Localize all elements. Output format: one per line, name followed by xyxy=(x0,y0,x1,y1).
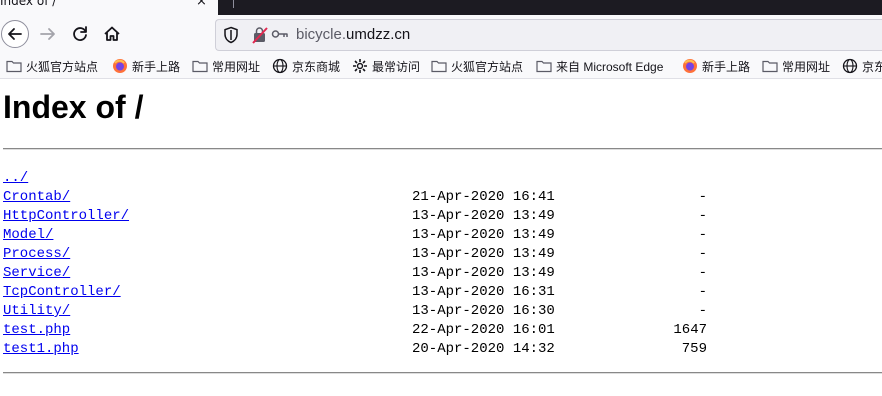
entry-link[interactable]: Service/ xyxy=(3,264,70,283)
tab-title: Index of / xyxy=(0,0,57,8)
entry-link[interactable]: Model/ xyxy=(3,226,53,245)
reload-button[interactable] xyxy=(66,20,94,48)
divider-top xyxy=(3,148,882,150)
bookmark-item[interactable]: 新手上路 xyxy=(682,57,750,75)
entry-size: - xyxy=(698,284,707,300)
entry-link[interactable]: Process/ xyxy=(3,245,70,264)
bookmark-label: 新手上路 xyxy=(132,59,181,74)
bookmarks-toolbar: 火狐官方站点 新手上路 常用网址 京东商城 最常访问 火狐官方站点 来自 Microsoft… xyxy=(0,54,882,79)
bookmark-label: 京东商城 xyxy=(292,59,341,74)
bookmark-item[interactable]: 常用网址 xyxy=(192,57,260,75)
url-subdomain: bicycle. xyxy=(296,26,347,43)
entry-size: 1647 xyxy=(673,322,707,338)
entry-size: - xyxy=(698,303,707,319)
bookmark-item[interactable]: 来自 Microsoft Edge xyxy=(536,57,663,75)
entry-link[interactable]: Utility/ xyxy=(3,302,70,321)
globe-icon xyxy=(272,58,292,74)
bookmark-label: 火狐官方站点 xyxy=(26,59,99,74)
url-text[interactable]: bicycle.umdzz.cn xyxy=(296,26,410,43)
navigation-toolbar: bicycle.umdzz.cn xyxy=(0,15,882,54)
close-tab-icon[interactable]: × xyxy=(196,0,207,9)
bookmark-item[interactable]: 火狐官方站点 xyxy=(6,57,98,75)
entry-date: 13-Apr-2020 13:49 xyxy=(412,208,555,224)
entry-date: 13-Apr-2020 13:49 xyxy=(412,227,555,243)
entry-size: - xyxy=(698,227,707,243)
entry-date: 21-Apr-2020 16:41 xyxy=(412,189,555,205)
bookmark-label: 常用网址 xyxy=(212,59,261,74)
entry-link[interactable]: Crontab/ xyxy=(3,188,70,207)
home-icon xyxy=(104,26,120,41)
entry-size: - xyxy=(698,208,707,224)
tab-active[interactable]: Index of / × xyxy=(0,0,218,15)
reload-icon xyxy=(73,26,87,41)
tab-strip: Index of / × xyxy=(0,0,882,15)
tab-separator xyxy=(233,0,234,8)
bookmark-label: 常用网址 xyxy=(782,59,831,74)
bookmark-item[interactable]: 最常访问 xyxy=(352,57,420,75)
bookmark-label: 最常访问 xyxy=(372,59,421,74)
bookmark-item[interactable]: 火狐官方站点 xyxy=(431,57,523,75)
firefox-icon xyxy=(112,58,132,74)
forward-button[interactable] xyxy=(34,20,62,48)
entry-date: 13-Apr-2020 13:49 xyxy=(412,246,555,262)
entry-size: - xyxy=(698,265,707,281)
entry-date: 13-Apr-2020 13:49 xyxy=(412,265,555,281)
page-heading: Index of / xyxy=(3,89,144,125)
firefox-icon xyxy=(682,58,702,74)
folder-icon xyxy=(192,59,212,73)
page-content: Index of / ../Crontab/21-Apr-2020 16:41 -… xyxy=(0,79,882,396)
back-arrow-icon xyxy=(8,28,22,40)
entry-date: 13-Apr-2020 16:31 xyxy=(412,284,555,300)
entry-link[interactable]: HttpController/ xyxy=(3,207,129,226)
entry-date: 13-Apr-2020 16:30 xyxy=(412,303,555,319)
entry-size: - xyxy=(698,189,707,205)
home-button[interactable] xyxy=(98,20,126,48)
back-button[interactable] xyxy=(1,20,29,48)
bookmark-label: 京东 xyxy=(862,59,882,74)
bookmark-item[interactable]: 新手上路 xyxy=(112,57,180,75)
globe-icon xyxy=(842,58,862,74)
entry-size: 759 xyxy=(681,341,707,357)
bookmark-label: 新手上路 xyxy=(702,59,751,74)
bookmark-label: 火狐官方站点 xyxy=(451,59,524,74)
bookmark-item[interactable]: 常用网址 xyxy=(762,57,830,75)
folder-icon xyxy=(762,59,782,73)
bookmark-label: 来自 Microsoft Edge xyxy=(556,59,664,74)
entry-size: - xyxy=(698,246,707,262)
entry-date: 22-Apr-2020 16:01 xyxy=(412,322,555,338)
folder-icon xyxy=(431,59,451,73)
url-domain: umdzz.cn xyxy=(346,26,411,43)
bookmark-item[interactable]: 京东 xyxy=(842,57,882,75)
entry-link[interactable]: ../ xyxy=(3,169,28,188)
entry-link[interactable]: test.php xyxy=(3,321,70,340)
divider-bottom xyxy=(3,372,882,374)
entry-link[interactable]: TcpController/ xyxy=(3,283,121,302)
folder-icon xyxy=(6,59,26,73)
entry-date: 20-Apr-2020 14:32 xyxy=(412,341,555,357)
forward-arrow-icon xyxy=(40,28,55,40)
folder-icon xyxy=(536,59,556,73)
insecure-lock-icon[interactable] xyxy=(252,26,268,44)
shield-icon[interactable] xyxy=(223,26,239,44)
entry-link[interactable]: test1.php xyxy=(3,340,79,359)
permissions-key-icon[interactable] xyxy=(271,28,289,40)
gear-icon xyxy=(352,58,372,74)
address-bar[interactable]: bicycle.umdzz.cn xyxy=(215,19,882,51)
bookmark-item[interactable]: 京东商城 xyxy=(272,57,340,75)
